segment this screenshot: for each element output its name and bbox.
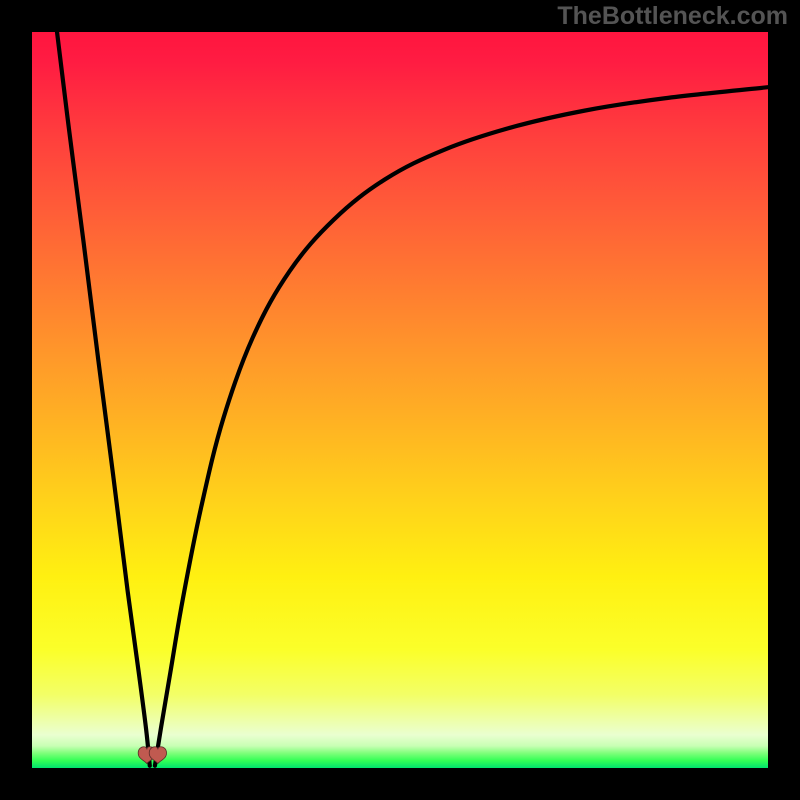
chart-frame: TheBottleneck.com — [0, 0, 800, 800]
marker-layer — [32, 32, 768, 768]
watermark-text: TheBottleneck.com — [557, 2, 788, 31]
plot-area — [32, 32, 768, 768]
heart-icon — [149, 747, 166, 764]
